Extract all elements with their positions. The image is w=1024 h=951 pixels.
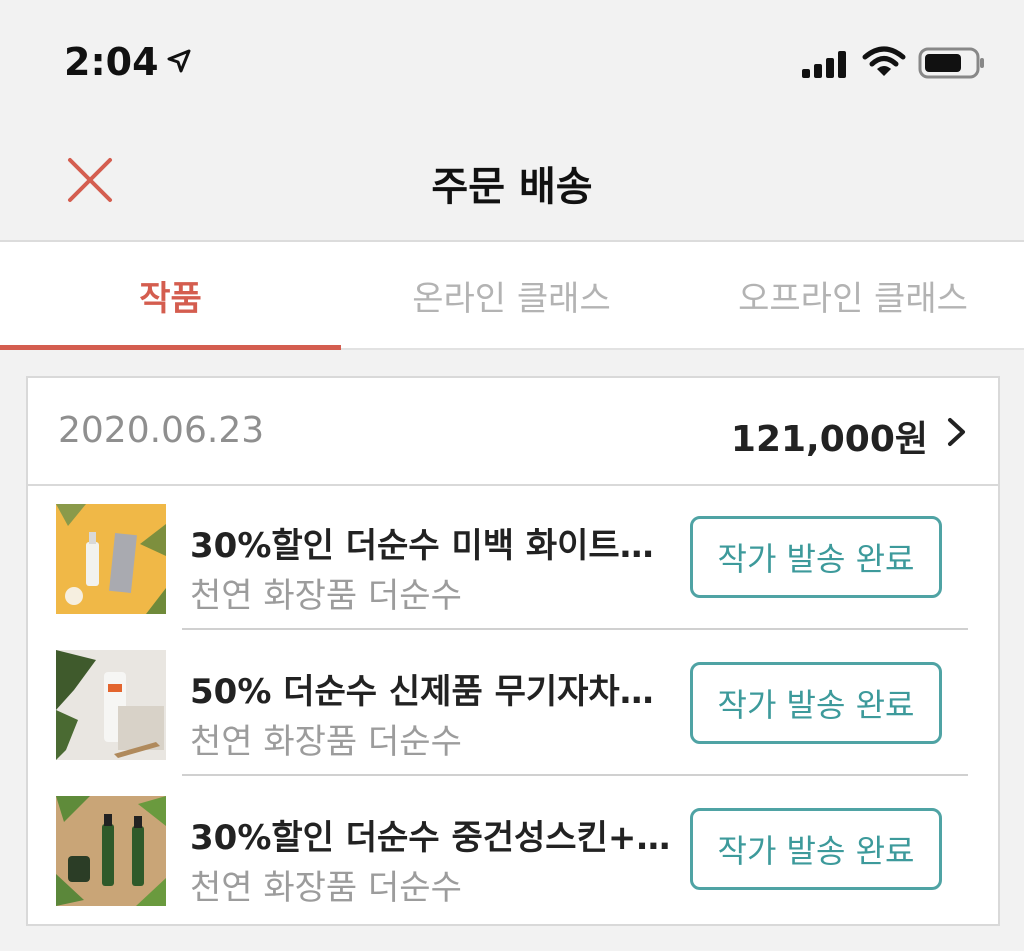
page-title: 주문 배송 [431, 164, 593, 210]
order-item[interactable]: 30%할인 더순수 미백 화이트… 천연 화장품 더순수 작가 발송 완료 [28, 484, 998, 630]
tab-works[interactable]: 작품 [0, 242, 341, 348]
tab-online-class[interactable]: 온라인 클래스 [341, 242, 682, 348]
order-item[interactable]: 30%할인 더순수 중건성스킨+… 천연 화장품 더순수 작가 발송 완료 [28, 776, 998, 922]
battery-icon [918, 47, 984, 79]
cellular-signal-icon [802, 51, 846, 78]
active-tab-indicator [0, 345, 341, 350]
order-date: 2020.06.23 [58, 410, 265, 451]
item-shop-name: 천연 화장품 더순수 [190, 576, 462, 616]
shipping-status-button[interactable]: 작가 발송 완료 [690, 808, 942, 890]
wifi-icon [862, 46, 906, 76]
item-title: 30%할인 더순수 중건성스킨+… [190, 818, 671, 858]
tab-bar: 작품 온라인 클래스 오프라인 클래스 [0, 242, 1024, 350]
item-shop-name: 천연 화장품 더순수 [190, 868, 462, 908]
shipping-status-button[interactable]: 작가 발송 완료 [690, 516, 942, 598]
location-arrow-icon [167, 49, 191, 73]
shipping-status-button[interactable]: 작가 발송 완료 [690, 662, 942, 744]
tab-offline-class[interactable]: 오프라인 클래스 [682, 242, 1024, 348]
order-card: 2020.06.23 121,000원 30%할인 더순수 미백 화이트… 천연… [26, 376, 1000, 926]
product-thumbnail [56, 650, 166, 760]
item-title: 50% 더순수 신제품 무기자차… [190, 672, 654, 712]
chevron-right-icon[interactable] [944, 416, 970, 448]
navigation-bar: 주문 배송 [0, 120, 1024, 242]
item-title: 30%할인 더순수 미백 화이트… [190, 526, 654, 566]
item-shop-name: 천연 화장품 더순수 [190, 722, 462, 762]
order-total: 121,000원 [730, 419, 928, 460]
status-bar: 2:04 [0, 0, 1024, 120]
status-time: 2:04 [64, 40, 159, 84]
product-thumbnail [56, 796, 166, 906]
product-thumbnail [56, 504, 166, 614]
order-header[interactable]: 2020.06.23 121,000원 [28, 378, 998, 486]
order-item[interactable]: 50% 더순수 신제품 무기자차… 천연 화장품 더순수 작가 발송 완료 [28, 630, 998, 776]
